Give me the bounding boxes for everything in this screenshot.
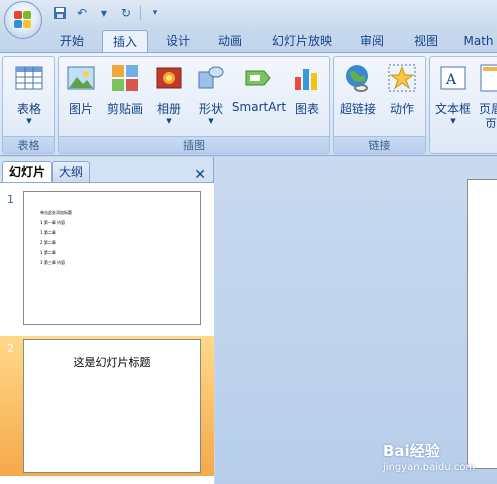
- close-icon[interactable]: ✕: [194, 167, 206, 183]
- header-label-continued: 页: [484, 117, 497, 128]
- smartart-icon: [245, 70, 271, 86]
- chevron-down-icon: ▼: [26, 117, 32, 125]
- slide-text-line: 1 第二章: [40, 230, 56, 235]
- slide-canvas[interactable]: [467, 179, 497, 469]
- slide-number: 1: [7, 193, 14, 206]
- slide-preview: 这是幻灯片标题: [23, 339, 201, 473]
- shapes-icon: [198, 66, 224, 89]
- tab-math[interactable]: Math: [460, 30, 497, 52]
- chart-icon: [295, 69, 317, 90]
- album-button[interactable]: 相册 ▼: [149, 60, 189, 128]
- slide-text-line: 3 第三章 内容: [40, 260, 66, 265]
- smartart-button[interactable]: SmartArt: [231, 60, 287, 128]
- tab-home[interactable]: 开始: [52, 30, 92, 52]
- globe-link-icon: [346, 65, 368, 92]
- slide-text-line: 1 第一章 内容: [40, 220, 66, 225]
- group-label-links: 链接: [334, 136, 425, 153]
- group-links: 超链接 动作 链接: [333, 56, 426, 154]
- table-label: 表格: [16, 102, 41, 116]
- slide-number: 2: [7, 342, 14, 355]
- clipart-icon: [112, 65, 138, 91]
- ribbon-insert: 表格 ▼ 表格 图片 剪贴画 相册 ▼ 形状 ▼ SmartArt 图表 插图 …: [0, 52, 497, 156]
- hyperlink-button[interactable]: 超链接: [336, 60, 380, 128]
- chevron-down-icon: ▼: [208, 117, 214, 125]
- group-text: A 文本框 ▼ 页眉 页: [429, 56, 497, 154]
- chevron-down-icon: ▼: [166, 117, 172, 125]
- toolbar-divider: [140, 6, 141, 20]
- tab-insert[interactable]: 插入: [102, 30, 148, 52]
- redo-icon[interactable]: ↻: [118, 5, 134, 21]
- office-logo-icon: [14, 11, 32, 29]
- textbox-label: 文本框: [434, 102, 471, 116]
- group-table: 表格 ▼ 表格: [2, 56, 55, 154]
- quick-access-toolbar: ↶ ▼ ↻ ▾: [0, 0, 497, 28]
- tab-slideshow[interactable]: 幻灯片放映: [266, 30, 338, 52]
- smartart-label: SmartArt: [231, 100, 287, 114]
- chart-button[interactable]: 图表: [287, 60, 327, 128]
- slide-text-line: 单击此处添加标题: [40, 210, 72, 215]
- dropdown-arrow-icon[interactable]: ▼: [96, 5, 112, 21]
- tab-review[interactable]: 审阅: [352, 30, 392, 52]
- album-label: 相册: [156, 102, 181, 116]
- header-footer-button[interactable]: 页眉 页: [476, 60, 497, 128]
- slide-text-line: 2 第二章: [40, 240, 56, 245]
- header-footer-icon: [480, 64, 497, 92]
- office-button[interactable]: [4, 1, 42, 39]
- slide-thumbnail-2[interactable]: 2 这是幻灯片标题: [0, 336, 214, 476]
- shapes-button[interactable]: 形状 ▼: [191, 60, 231, 128]
- picture-button[interactable]: 图片: [61, 60, 101, 128]
- watermark-brand: Bai经验: [383, 442, 440, 460]
- tab-view[interactable]: 视图: [406, 30, 446, 52]
- clipart-button[interactable]: 剪贴画: [103, 60, 147, 128]
- svg-text:A: A: [445, 72, 457, 88]
- action-label: 动作: [389, 102, 414, 116]
- slide-thumbnails: 1 单击此处添加标题 1 第一章 内容 1 第二章 2 第二章 1 第二章 3 …: [0, 182, 214, 484]
- panel-tabs: 幻灯片 大纲 ✕: [0, 161, 214, 183]
- tab-slides[interactable]: 幻灯片: [2, 161, 53, 182]
- baidu-watermark: Bai经验 jingyan.baidu.com: [383, 440, 497, 484]
- action-button[interactable]: 动作: [382, 60, 422, 128]
- clipart-label: 剪贴画: [106, 102, 143, 116]
- picture-icon: [67, 66, 95, 90]
- hyperlink-label: 超链接: [339, 102, 376, 116]
- slide-editor: [215, 157, 497, 484]
- chart-label: 图表: [294, 102, 319, 116]
- group-label-table: 表格: [3, 136, 54, 153]
- slide-text-line: 1 第二章: [40, 250, 56, 255]
- chevron-down-icon: ▼: [450, 117, 456, 125]
- shapes-label: 形状: [198, 102, 223, 116]
- slide-title: 这是幻灯片标题: [73, 356, 151, 369]
- slides-panel: 幻灯片 大纲 ✕ 1 单击此处添加标题 1 第一章 内容 1 第二章 2 第二章…: [0, 157, 214, 484]
- table-icon: [15, 66, 43, 90]
- photo-album-icon: [156, 67, 182, 89]
- powerpoint-window: ↶ ▼ ↻ ▾ 开始 插入 设计 动画 幻灯片放映 审阅 视图 Math 表格: [0, 0, 497, 484]
- customize-icon[interactable]: ▾: [147, 5, 163, 21]
- slide-preview: 单击此处添加标题 1 第一章 内容 1 第二章 2 第二章 1 第二章 3 第三…: [23, 191, 201, 325]
- textbox-icon: A: [440, 66, 466, 90]
- ribbon-tabs: 开始 插入 设计 动画 幻灯片放映 审阅 视图 Math: [0, 28, 497, 52]
- save-icon[interactable]: [52, 5, 68, 21]
- slide-thumbnail-1[interactable]: 1 单击此处添加标题 1 第一章 内容 1 第二章 2 第二章 1 第二章 3 …: [0, 189, 214, 327]
- group-illustrations: 图片 剪贴画 相册 ▼ 形状 ▼ SmartArt 图表 插图: [58, 56, 330, 154]
- tab-animations[interactable]: 动画: [210, 30, 250, 52]
- picture-label: 图片: [68, 102, 93, 116]
- undo-icon[interactable]: ↶: [74, 5, 90, 21]
- group-label-illustrations: 插图: [59, 136, 329, 153]
- tab-design[interactable]: 设计: [158, 30, 198, 52]
- textbox-button[interactable]: A 文本框 ▼: [432, 60, 474, 128]
- action-star-icon: [388, 64, 416, 92]
- table-button[interactable]: 表格 ▼: [5, 60, 53, 128]
- watermark-url: jingyan.baidu.com: [383, 462, 476, 473]
- tab-outline[interactable]: 大纲: [52, 161, 91, 182]
